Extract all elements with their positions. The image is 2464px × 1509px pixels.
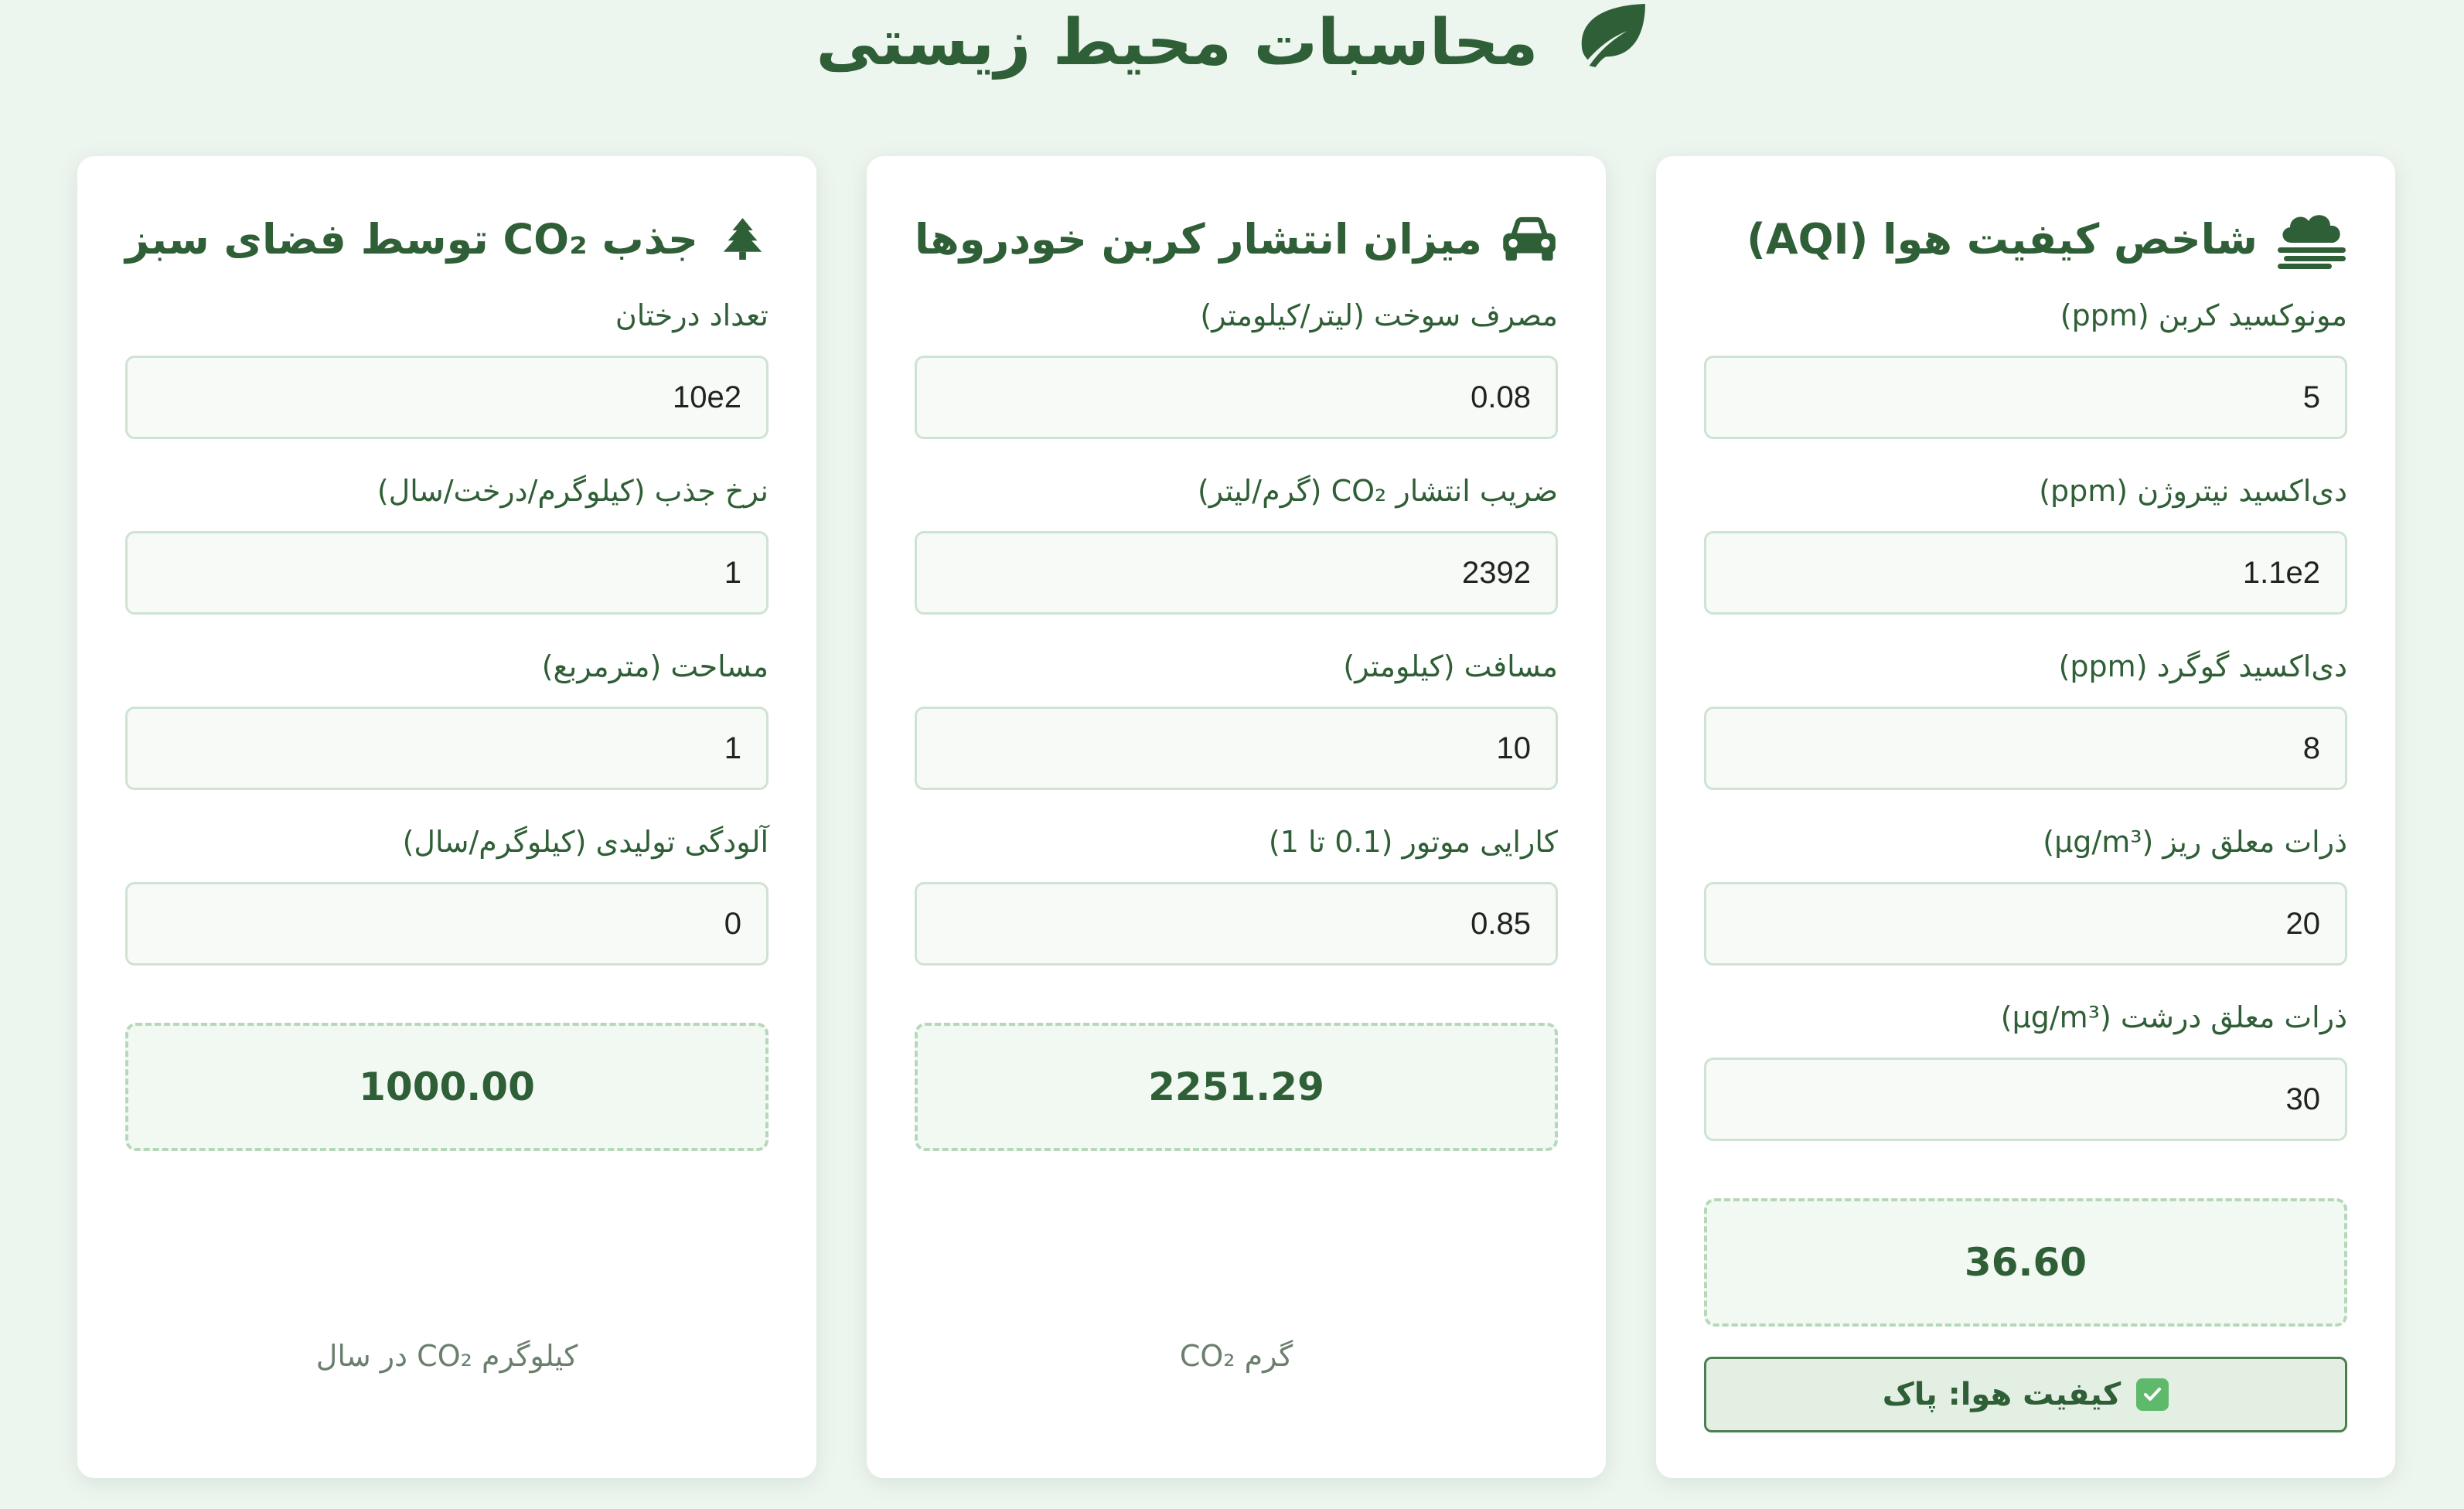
co2-absorption-unit: کیلوگرم CO₂ در سال: [315, 1339, 578, 1373]
area-input[interactable]: 1: [125, 707, 769, 790]
aqi-card-title: شاخص کیفیت هوا (AQI): [1747, 214, 2258, 264]
engine-efficiency-field: کارایی موتور (0.1 تا 1) 0.85: [915, 819, 1558, 966]
pm25-label: ذرات معلق ریز (µg/m³): [2043, 825, 2347, 859]
area-label: مساحت (مترمربع): [541, 649, 769, 683]
nitrogen-dioxide-label: دی‌اکسید نیتروژن (ppm): [2039, 474, 2347, 508]
carbon-monoxide-field: مونوکسید کربن (ppm) 5: [1704, 292, 2347, 439]
engine-efficiency-label: کارایی موتور (0.1 تا 1): [1268, 825, 1558, 859]
pm25-field: ذرات معلق ریز (µg/m³) 20: [1704, 819, 2347, 966]
tree-icon: [717, 209, 769, 269]
co2-absorption-card: جذب CO₂ توسط فضای سبز تعداد درختان 10e2 …: [77, 156, 816, 1478]
distance-input[interactable]: 10: [915, 707, 1558, 790]
produced-pollution-field: آلودگی تولیدی (کیلوگرم/سال) 0: [125, 819, 769, 966]
vehicle-emission-card: میزان انتشار کربن خودروها مصرف سوخت (لیت…: [867, 156, 1606, 1478]
pm10-input[interactable]: 30: [1704, 1058, 2347, 1141]
aqi-card-header: شاخص کیفیت هوا (AQI): [1704, 204, 2347, 274]
fuel-consumption-input[interactable]: 0.08: [915, 356, 1558, 439]
fuel-consumption-label: مصرف سوخت (لیتر/کیلومتر): [1200, 298, 1558, 332]
environmental-calculator-page: محاسبات محیط زیستی شاخص کیفیت هوا (AQI) …: [0, 0, 2464, 1509]
car-icon: [1501, 209, 1558, 269]
tree-count-input[interactable]: 10e2: [125, 356, 769, 439]
vehicle-emission-result: 2251.29: [915, 1023, 1558, 1151]
aqi-card: شاخص کیفیت هوا (AQI) مونوکسید کربن (ppm)…: [1656, 156, 2395, 1478]
produced-pollution-label: آلودگی تولیدی (کیلوگرم/سال): [402, 825, 769, 859]
tree-count-field: تعداد درختان 10e2: [125, 292, 769, 439]
page-title: محاسبات محیط زیستی: [816, 5, 1539, 80]
smog-icon: [2276, 209, 2347, 269]
absorption-rate-label: نرخ جذب (کیلوگرم/درخت/سال): [377, 474, 769, 508]
pm10-field: ذرات معلق درشت (µg/m³) 30: [1704, 994, 2347, 1141]
absorption-rate-input[interactable]: 1: [125, 531, 769, 615]
aqi-result: 36.60: [1704, 1198, 2347, 1327]
vehicle-emission-unit: گرم CO₂: [1179, 1339, 1293, 1373]
emission-factor-label: ضریب انتشار CO₂ (گرم/لیتر): [1197, 474, 1558, 508]
sulfur-dioxide-label: دی‌اکسید گوگرد (ppm): [2058, 649, 2347, 683]
nitrogen-dioxide-input[interactable]: 1.1e2: [1704, 531, 2347, 615]
air-quality-status-text: کیفیت هوا: پاک: [1882, 1377, 2121, 1412]
fuel-consumption-field: مصرف سوخت (لیتر/کیلومتر) 0.08: [915, 292, 1558, 439]
vehicle-emission-card-title: میزان انتشار کربن خودروها: [915, 214, 1482, 264]
co2-absorption-card-title: جذب CO₂ توسط فضای سبز: [125, 214, 698, 264]
leaf-icon: [1573, 2, 1648, 83]
distance-field: مسافت (کیلومتر) 10: [915, 643, 1558, 790]
emission-factor-field: ضریب انتشار CO₂ (گرم/لیتر) 2392: [915, 468, 1558, 615]
vehicle-emission-card-header: میزان انتشار کربن خودروها: [915, 204, 1558, 274]
absorption-rate-field: نرخ جذب (کیلوگرم/درخت/سال) 1: [125, 468, 769, 615]
tree-count-label: تعداد درختان: [615, 298, 769, 332]
sulfur-dioxide-input[interactable]: 8: [1704, 707, 2347, 790]
carbon-monoxide-input[interactable]: 5: [1704, 356, 2347, 439]
pm25-input[interactable]: 20: [1704, 882, 2347, 966]
pm10-label: ذرات معلق درشت (µg/m³): [2000, 1000, 2347, 1034]
distance-label: مسافت (کیلومتر): [1343, 649, 1558, 683]
co2-absorption-result: 1000.00: [125, 1023, 769, 1151]
co2-absorption-card-header: جذب CO₂ توسط فضای سبز: [125, 204, 769, 274]
check-square-icon: [2136, 1378, 2169, 1411]
produced-pollution-input[interactable]: 0: [125, 882, 769, 966]
area-field: مساحت (مترمربع) 1: [125, 643, 769, 790]
engine-efficiency-input[interactable]: 0.85: [915, 882, 1558, 966]
sulfur-dioxide-field: دی‌اکسید گوگرد (ppm) 8: [1704, 643, 2347, 790]
emission-factor-input[interactable]: 2392: [915, 531, 1558, 615]
air-quality-status: کیفیت هوا: پاک: [1704, 1357, 2347, 1432]
nitrogen-dioxide-field: دی‌اکسید نیتروژن (ppm) 1.1e2: [1704, 468, 2347, 615]
carbon-monoxide-label: مونوکسید کربن (ppm): [2060, 298, 2347, 332]
page-header: محاسبات محیط زیستی: [0, 0, 2464, 85]
